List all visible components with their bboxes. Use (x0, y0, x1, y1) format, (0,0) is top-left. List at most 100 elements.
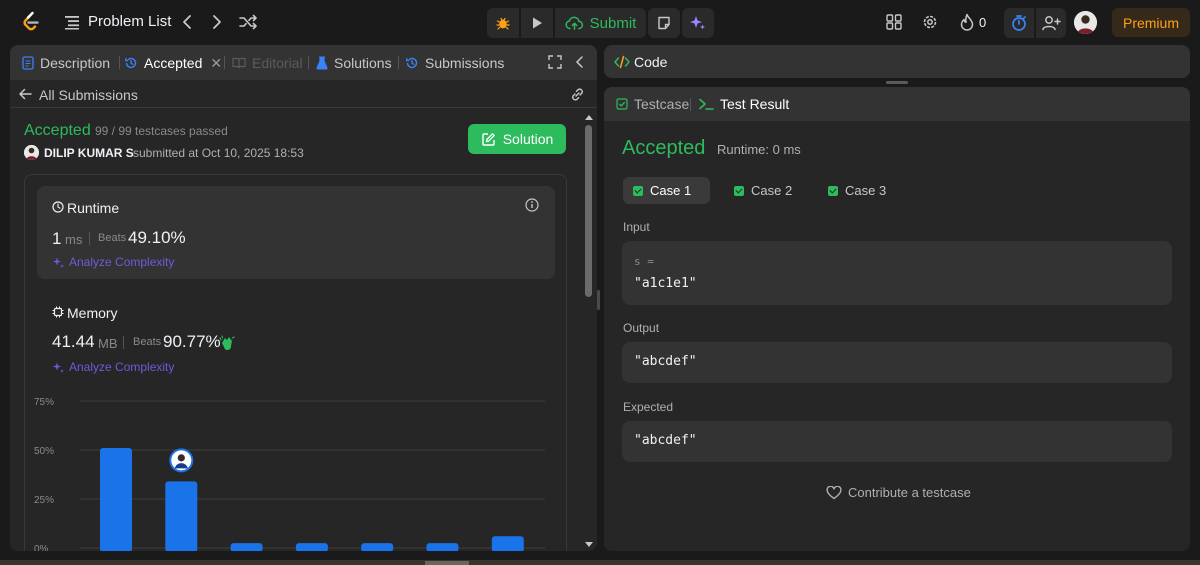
play-icon (533, 17, 542, 29)
chevron-left-icon[interactable] (572, 54, 588, 70)
notes-button[interactable] (648, 8, 680, 38)
chart-bar[interactable] (491, 536, 524, 551)
tab-test-result[interactable]: Test Result (698, 96, 789, 112)
streak-count: 0 (979, 15, 987, 30)
problem-list-link[interactable]: Problem List (88, 13, 171, 30)
case-tab-2[interactable]: Case 2 (724, 177, 802, 204)
author-name[interactable]: DILIP KUMAR S (44, 146, 134, 160)
tab-divider (308, 56, 309, 69)
input-box[interactable]: s = "a1c1e1" (622, 241, 1172, 305)
layout-icon[interactable] (884, 12, 904, 32)
case-tab-3[interactable]: Case 3 (818, 177, 896, 204)
chart-bar[interactable] (295, 543, 328, 551)
run-button[interactable] (521, 8, 553, 38)
user-photo-icon (24, 145, 39, 160)
chart-bar[interactable] (100, 448, 132, 551)
sparkle-icon (53, 362, 64, 373)
chip-icon (52, 306, 64, 318)
submit-button[interactable]: Submit (555, 8, 646, 38)
arrow-left-icon[interactable] (17, 86, 33, 102)
chart-bar[interactable] (361, 543, 394, 551)
tab-accepted[interactable]: Accepted ✕ (124, 53, 222, 73)
tab-testcase[interactable]: Testcase (616, 96, 689, 112)
memory-beats-percent: 90.77% (163, 332, 221, 351)
clock-icon (52, 201, 64, 213)
code-panel-header[interactable]: Code (604, 45, 1190, 78)
analyze-complexity-link[interactable]: Analyze Complexity (52, 255, 174, 269)
scroll-down-arrow-icon[interactable] (584, 541, 594, 549)
history-icon (406, 57, 418, 69)
submit-label: Submit (589, 14, 637, 32)
vertical-resize-handle[interactable] (886, 81, 908, 84)
input-label: Input (623, 220, 650, 234)
bottom-scroll-indicator (425, 561, 469, 565)
your-position-avatar-marker[interactable] (169, 448, 194, 473)
add-friend-icon (1042, 16, 1061, 31)
solution-button[interactable]: Solution (468, 124, 566, 154)
scroll-up-arrow-icon[interactable] (584, 113, 594, 121)
tab-editorial-label: Editorial (252, 55, 303, 71)
runtime-unit: ms (65, 232, 83, 247)
tab-accepted-label: Accepted (144, 55, 203, 71)
expand-icon[interactable] (547, 54, 563, 70)
timer-button[interactable] (1004, 8, 1034, 38)
test-result-panel: Testcase Test Result Accepted Runtime: 0… (604, 87, 1190, 551)
flame-icon[interactable] (957, 12, 977, 32)
code-icon (614, 55, 630, 69)
book-icon (232, 57, 246, 69)
expected-box[interactable]: "abcdef" (622, 421, 1172, 462)
user-photo-icon (1074, 11, 1097, 34)
close-icon[interactable]: ✕ (210, 55, 222, 72)
debug-button[interactable] (487, 8, 519, 38)
chart-y-tick-label: 75% (34, 397, 54, 408)
premium-button[interactable]: Premium (1112, 8, 1190, 37)
chart-bar[interactable] (426, 543, 459, 551)
chart-bar[interactable] (230, 543, 263, 551)
submission-panel: Description Accepted ✕ Editorial Solutio… (10, 45, 597, 551)
tab-solutions[interactable]: Solutions (316, 53, 392, 73)
checkbox-icon (616, 98, 628, 110)
case-tab-1[interactable]: Case 1 (623, 177, 710, 204)
testcases-passed: 99 / 99 testcases passed (95, 124, 228, 138)
gear-icon[interactable] (920, 12, 940, 32)
performance-stats: Runtime 1 ms Beats 49.10% Analyze Comple… (24, 174, 567, 551)
scrollbar-thumb[interactable] (585, 125, 592, 297)
link-icon[interactable] (569, 86, 586, 103)
tab-submissions-label: Submissions (425, 55, 505, 71)
submission-status: Accepted (24, 122, 91, 139)
chevron-right-icon[interactable] (206, 10, 228, 34)
chevron-left-icon[interactable] (176, 10, 198, 34)
info-icon[interactable] (525, 198, 539, 212)
divider (123, 336, 124, 349)
contribute-testcase-link[interactable]: Contribute a testcase (826, 485, 971, 500)
panel-splitter-handle[interactable] (597, 290, 600, 310)
case-label: Case 1 (650, 183, 692, 198)
output-value: "abcdef" (634, 354, 697, 369)
user-avatar[interactable] (1074, 11, 1097, 34)
tab-divider (398, 56, 399, 69)
history-icon (125, 57, 137, 69)
leetcode-logo-icon[interactable] (19, 10, 43, 34)
tab-description[interactable]: Description (22, 53, 110, 73)
solution-button-label: Solution (502, 131, 554, 147)
tab-divider (690, 98, 691, 111)
chart-y-tick-label: 50% (34, 446, 54, 457)
result-status: Accepted (622, 137, 706, 159)
heart-icon (826, 485, 842, 499)
author-avatar[interactable] (24, 145, 39, 160)
analyze-label: Analyze Complexity (69, 255, 175, 269)
code-title: Code (634, 54, 668, 70)
runtime-card[interactable]: Runtime 1 ms Beats 49.10% Analyze Comple… (37, 186, 555, 279)
tab-editorial[interactable]: Editorial (232, 53, 303, 73)
list-icon[interactable] (63, 13, 81, 31)
tab-submissions[interactable]: Submissions (405, 53, 504, 73)
output-box[interactable]: "abcdef" (622, 342, 1172, 383)
all-submissions-link[interactable]: All Submissions (39, 87, 138, 103)
analyze-complexity-link[interactable]: Analyze Complexity (52, 360, 174, 374)
ai-assistant-button[interactable] (682, 8, 714, 38)
shuffle-icon[interactable] (236, 10, 260, 34)
chart-bar[interactable] (165, 481, 198, 551)
timer-icon (1012, 15, 1026, 31)
tab-divider (119, 56, 120, 69)
add-friend-button[interactable] (1036, 8, 1066, 38)
